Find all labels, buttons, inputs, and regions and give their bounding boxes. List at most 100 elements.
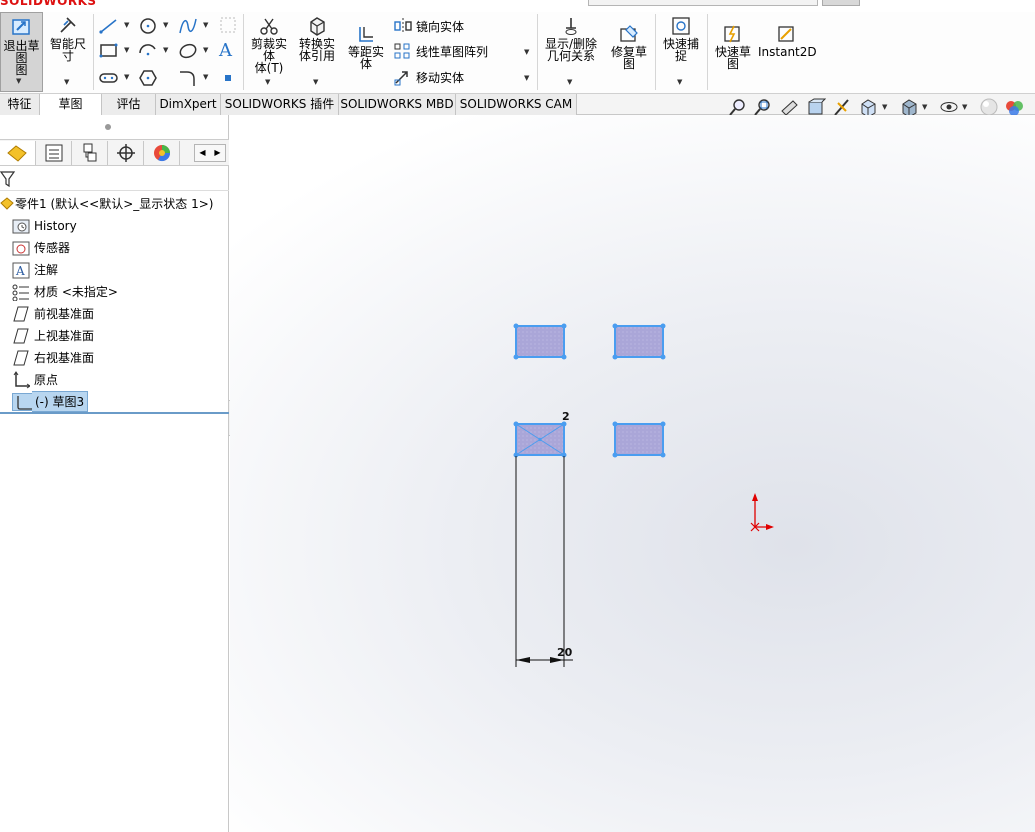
repair-sketch-button[interactable]: 修复草 图	[606, 24, 652, 84]
chevron-down-icon[interactable]: ▼	[882, 103, 887, 111]
chevron-left-icon[interactable]: ◀	[195, 145, 210, 161]
tab-solidworks-cam[interactable]: SOLIDWORKS CAM	[456, 94, 577, 115]
origin-icon	[13, 370, 30, 388]
rectangle-icon[interactable]	[98, 41, 120, 61]
smart-dimension-label-2: 寸	[61, 49, 74, 63]
chevron-down-icon[interactable]: ▼	[124, 73, 129, 81]
chevron-down-icon[interactable]: ▼	[524, 48, 529, 56]
sketch-rectangle[interactable]	[612, 323, 666, 360]
window-control-edge[interactable]	[822, 0, 860, 6]
tree-item-annotations[interactable]: A 注解	[10, 259, 58, 280]
chevron-right-icon[interactable]: ▶	[210, 145, 225, 161]
point-icon[interactable]	[222, 72, 234, 84]
tree-item-sensors[interactable]: 传感器	[10, 237, 70, 258]
chevron-down-icon[interactable]: ▼	[64, 76, 69, 88]
tree-item-label: 右视基准面	[34, 351, 95, 365]
toolbar-separator	[93, 14, 94, 90]
smart-dimension-icon	[60, 17, 76, 33]
sketch-rectangle[interactable]	[612, 421, 666, 458]
circle-icon[interactable]	[137, 16, 159, 36]
arc-icon[interactable]	[137, 41, 159, 61]
tree-root[interactable]: 零件1 (默认<<默认>_显示状态 1>)	[0, 193, 213, 214]
ellipse-icon[interactable]	[177, 41, 199, 61]
graphics-area[interactable]: 2 20	[230, 115, 1035, 832]
tab-evaluate[interactable]: 评估	[102, 94, 156, 115]
instant2d-button[interactable]: Instant2D	[758, 24, 817, 72]
filter-icon[interactable]	[0, 170, 16, 188]
linear-pattern-button[interactable]: 线性草图阵列	[393, 42, 488, 60]
tree-item-sketch3[interactable]: (-) 草图3	[12, 391, 89, 412]
scissors-icon	[260, 18, 278, 35]
chevron-down-icon[interactable]: ▼	[203, 21, 208, 29]
tab-dimxpert-manager[interactable]	[108, 141, 144, 165]
sketch-rectangle-selected[interactable]	[513, 421, 567, 458]
sketch-canvas[interactable]: 2 20	[230, 115, 1035, 832]
display-delete-relations-button[interactable]: 显示/删除 几何关系 ▼	[540, 16, 602, 90]
chevron-down-icon[interactable]: ▼	[124, 46, 129, 54]
chevron-down-icon[interactable]: ▼	[203, 46, 208, 54]
tree-item-history[interactable]: History	[10, 215, 77, 236]
exit-sketch-button[interactable]: 退出草图 图 ▼	[0, 12, 43, 92]
toolbar-separator	[655, 14, 656, 90]
dimension-label-vertical[interactable]: 2	[562, 410, 570, 423]
tree-item-top-plane[interactable]: 上视基准面	[10, 325, 94, 346]
toolbar-separator	[537, 14, 538, 90]
horizontal-dimension[interactable]: 20	[515, 456, 573, 667]
tree-item-right-plane[interactable]: 右视基准面	[10, 347, 94, 368]
offset-entities-sub-label: 体	[359, 57, 372, 71]
manager-tab-scroller[interactable]: ◀ ▶	[194, 144, 226, 162]
chevron-down-icon[interactable]: ▼	[524, 74, 529, 82]
chevron-down-icon[interactable]: ▼	[265, 76, 270, 88]
chevron-down-icon[interactable]: ▼	[16, 75, 21, 87]
chevron-down-icon[interactable]: ▼	[203, 73, 208, 81]
sketch-rectangle[interactable]	[513, 323, 567, 360]
mirror-entities-button[interactable]: 镜向实体	[393, 17, 464, 35]
tree-item-material[interactable]: 材质 <未指定>	[10, 281, 118, 302]
fillet-icon[interactable]	[177, 68, 199, 88]
quick-snaps-button[interactable]: 快速捕 捉 ▼	[658, 16, 704, 90]
tree-item-label: History	[34, 218, 77, 233]
tree-item-front-plane[interactable]: 前视基准面	[10, 303, 94, 324]
svg-text:A: A	[15, 264, 25, 278]
chevron-down-icon[interactable]: ▼	[163, 46, 168, 54]
tab-solidworks-addins[interactable]: SOLIDWORKS 插件	[221, 94, 339, 115]
chevron-down-icon[interactable]: ▼	[677, 76, 682, 88]
tab-label: DimXpert	[159, 97, 217, 111]
tree-filter-bar	[0, 167, 229, 191]
tree-item-label: 原点	[34, 373, 59, 387]
dimension-label-horizontal[interactable]: 20	[557, 646, 573, 659]
rapid-sketch-button[interactable]: 快速草 图	[710, 24, 756, 84]
tab-display-manager[interactable]	[144, 141, 180, 165]
tab-configuration-manager[interactable]	[72, 141, 108, 165]
exit-sketch-label-2: 图	[15, 63, 28, 77]
plane-icon	[13, 328, 29, 343]
tab-dimxpert[interactable]: DimXpert	[156, 94, 221, 115]
grid-snap-icon[interactable]	[219, 16, 237, 34]
text-icon[interactable]: A	[219, 40, 232, 61]
chevron-down-icon[interactable]: ▼	[962, 103, 967, 111]
tab-sketch[interactable]: 草图	[40, 94, 102, 115]
chevron-down-icon[interactable]: ▼	[124, 21, 129, 29]
move-entities-button[interactable]: 移动实体	[393, 68, 464, 86]
chevron-down-icon[interactable]: ▼	[922, 103, 927, 111]
line-icon[interactable]	[98, 16, 120, 36]
tab-features[interactable]: 特征	[0, 94, 40, 115]
panel-grip-icon[interactable]	[105, 124, 111, 130]
trim-entities-button[interactable]: 剪裁实体 体(T) ▼	[246, 16, 292, 90]
polygon-icon[interactable]	[137, 68, 159, 88]
offset-entities-button[interactable]: 等距实 体	[343, 24, 389, 84]
feature-manager-panel: ◀ ▶ 零件1 (默认<<默认>_显示状态 1>) History 传感器 A …	[0, 115, 229, 832]
annotation-icon: A	[12, 262, 30, 278]
tab-property-manager[interactable]	[36, 141, 72, 165]
spline-icon[interactable]	[177, 16, 199, 36]
smart-dimension-button[interactable]: 智能尺 寸 ▼	[45, 14, 91, 90]
tab-solidworks-mbd[interactable]: SOLIDWORKS MBD	[339, 94, 456, 115]
convert-entities-button[interactable]: 转换实 体引用 ▼	[294, 16, 340, 90]
chevron-down-icon[interactable]: ▼	[567, 76, 572, 88]
chevron-down-icon[interactable]: ▼	[313, 76, 318, 88]
tree-item-origin[interactable]: 原点	[10, 369, 58, 390]
tab-feature-manager[interactable]	[0, 141, 36, 165]
chevron-down-icon[interactable]: ▼	[163, 21, 168, 29]
slot-icon[interactable]	[98, 68, 120, 88]
search-box-edge[interactable]	[588, 0, 818, 6]
